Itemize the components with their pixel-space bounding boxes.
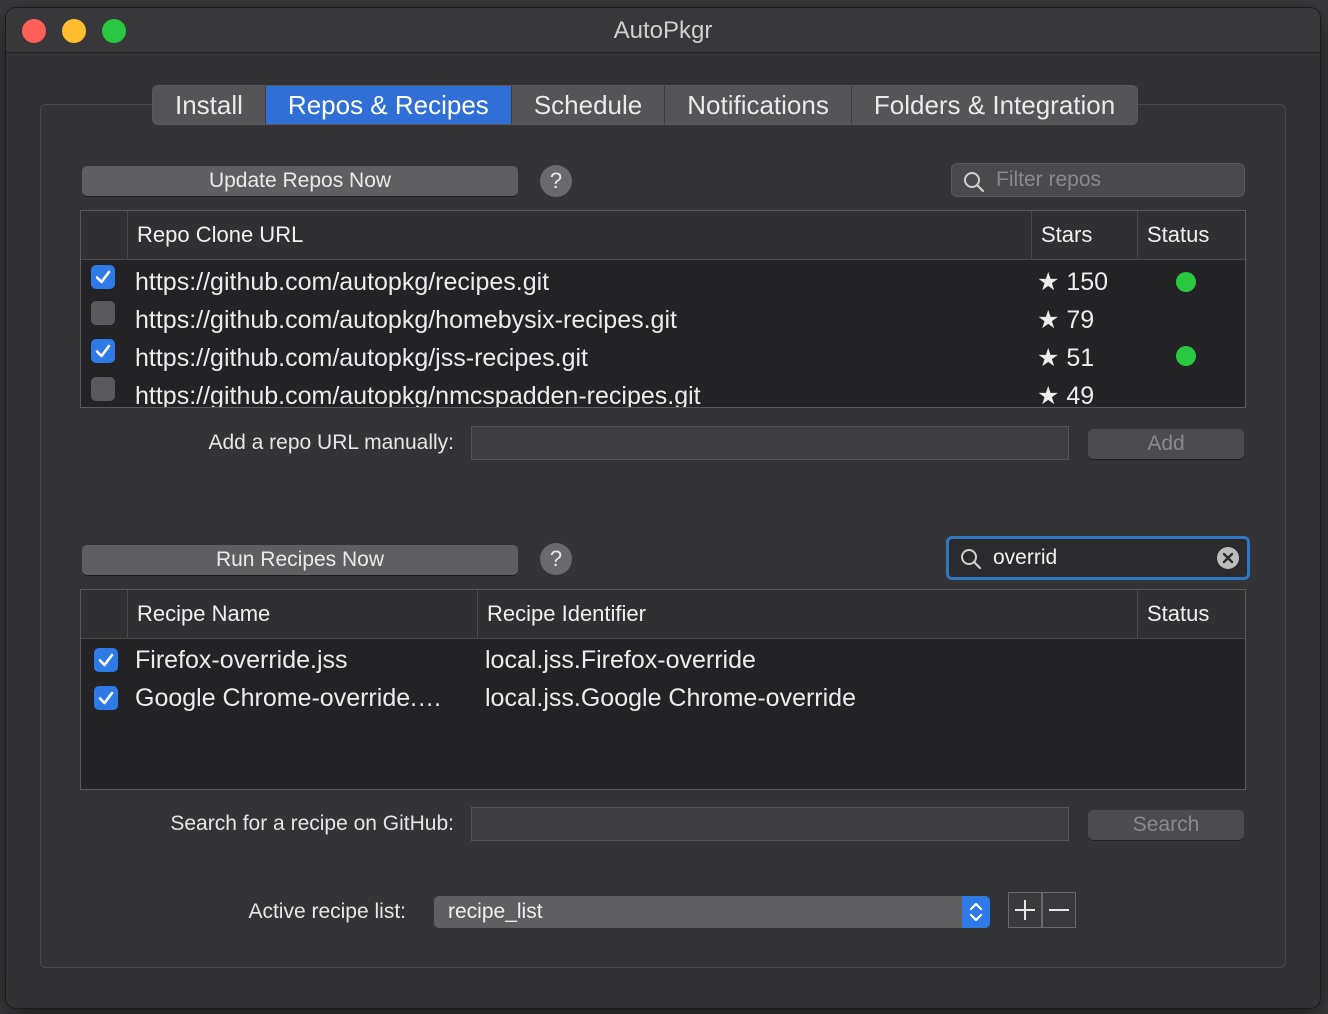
repos-help-button[interactable]: ? bbox=[540, 165, 572, 197]
recipe-search-field[interactable] bbox=[946, 536, 1250, 580]
tab-install[interactable]: Install bbox=[153, 86, 266, 124]
repos-table-header: Repo Clone URL Stars Status bbox=[81, 211, 1245, 260]
table-row[interactable]: https://github.com/autopkg/jss-recipes.g… bbox=[81, 339, 1245, 377]
star-icon: ★ bbox=[1037, 344, 1060, 372]
active-recipe-list-label: Active recipe list: bbox=[248, 900, 406, 923]
filter-repos-field[interactable] bbox=[951, 163, 1245, 197]
recipes-checkbox-column-header[interactable] bbox=[81, 590, 127, 638]
repo-stars: ★ 150 bbox=[1037, 263, 1137, 301]
add-repo-button[interactable]: Add bbox=[1088, 429, 1244, 459]
repo-url: https://github.com/autopkg/recipes.git bbox=[135, 268, 550, 296]
column-header-status[interactable]: Status bbox=[1137, 590, 1245, 638]
table-row[interactable]: Google Chrome-override.… local.jss.Googl… bbox=[81, 679, 1245, 717]
recipes-table: Recipe Name Recipe Identifier Status Fir… bbox=[80, 589, 1246, 790]
repo-stars: ★ 51 bbox=[1037, 339, 1137, 377]
minus-icon bbox=[1043, 909, 1075, 931]
remove-recipe-list-button[interactable] bbox=[1042, 892, 1076, 928]
recipe-name: Firefox-override.jss bbox=[135, 646, 348, 674]
repo-url: https://github.com/autopkg/nmcspadden-re… bbox=[135, 382, 701, 408]
repo-stars: ★ 49 bbox=[1037, 377, 1137, 408]
chevron-up-down-icon bbox=[962, 896, 990, 928]
tab-folders-integration[interactable]: Folders & Integration bbox=[852, 86, 1137, 124]
column-header-recipe-identifier[interactable]: Recipe Identifier bbox=[477, 590, 1137, 638]
recipes-help-button[interactable]: ? bbox=[540, 543, 572, 575]
app-window: AutoPkgr Install Repos & Recipes Schedul… bbox=[6, 8, 1320, 1008]
github-search-button[interactable]: Search bbox=[1088, 810, 1244, 840]
table-row[interactable]: https://github.com/autopkg/recipes.git ★… bbox=[81, 263, 1245, 301]
update-repos-button[interactable]: Update Repos Now bbox=[82, 166, 518, 196]
repo-enabled-checkbox[interactable] bbox=[91, 265, 115, 289]
window-title: AutoPkgr bbox=[613, 17, 713, 44]
repo-url: https://github.com/autopkg/homebysix-rec… bbox=[135, 306, 677, 334]
star-icon: ★ bbox=[1037, 306, 1060, 334]
title-bar: AutoPkgr bbox=[6, 8, 1320, 53]
active-recipe-list-select[interactable]: recipe_list bbox=[434, 896, 990, 928]
column-header-recipe-name[interactable]: Recipe Name bbox=[127, 590, 477, 638]
github-search-input[interactable] bbox=[472, 808, 1068, 840]
recipe-identifier: local.jss.Firefox-override bbox=[485, 646, 756, 674]
repos-checkbox-column-header[interactable] bbox=[81, 211, 127, 259]
tab-schedule[interactable]: Schedule bbox=[512, 86, 666, 124]
repo-stars-count: 150 bbox=[1066, 268, 1109, 296]
status-ok-indicator bbox=[1176, 272, 1196, 292]
status-ok-indicator bbox=[1176, 346, 1196, 366]
repo-enabled-checkbox[interactable] bbox=[91, 377, 115, 401]
repo-stars-count: 51 bbox=[1066, 344, 1095, 372]
recipe-enabled-checkbox[interactable] bbox=[94, 686, 118, 710]
add-repo-input[interactable] bbox=[472, 427, 1068, 459]
search-icon bbox=[963, 171, 985, 198]
plus-icon bbox=[1009, 900, 1041, 931]
recipe-search-input[interactable] bbox=[993, 539, 1203, 577]
recipe-name: Google Chrome-override.… bbox=[135, 684, 443, 712]
recipe-enabled-checkbox[interactable] bbox=[94, 648, 118, 672]
star-icon: ★ bbox=[1037, 268, 1060, 296]
tab-notifications[interactable]: Notifications bbox=[665, 86, 852, 124]
github-search-label: Search for a recipe on GitHub: bbox=[170, 812, 454, 835]
repo-enabled-checkbox[interactable] bbox=[91, 339, 115, 363]
recipe-identifier: local.jss.Google Chrome-override bbox=[485, 684, 856, 712]
repo-stars-count: 79 bbox=[1066, 306, 1095, 334]
tab-repos-recipes[interactable]: Repos & Recipes bbox=[265, 86, 512, 124]
tab-bar: Install Repos & Recipes Schedule Notific… bbox=[152, 85, 1139, 125]
clear-search-icon[interactable] bbox=[1217, 547, 1239, 569]
table-row[interactable]: https://github.com/autopkg/homebysix-rec… bbox=[81, 301, 1245, 339]
star-icon: ★ bbox=[1037, 382, 1060, 408]
run-recipes-button[interactable]: Run Recipes Now bbox=[82, 545, 518, 575]
active-recipe-list-value: recipe_list bbox=[448, 900, 543, 923]
column-header-stars[interactable]: Stars bbox=[1031, 211, 1137, 259]
table-row[interactable]: https://github.com/autopkg/nmcspadden-re… bbox=[81, 377, 1245, 408]
repos-table: Repo Clone URL Stars Status https://gith… bbox=[80, 210, 1246, 408]
repo-stars: ★ 79 bbox=[1037, 301, 1137, 339]
recipes-table-header: Recipe Name Recipe Identifier Status bbox=[81, 590, 1245, 639]
add-recipe-list-button[interactable] bbox=[1008, 892, 1042, 928]
filter-repos-input[interactable] bbox=[996, 164, 1206, 196]
add-repo-label: Add a repo URL manually: bbox=[208, 431, 454, 454]
column-header-repo-url[interactable]: Repo Clone URL bbox=[127, 211, 1031, 259]
repo-stars-count: 49 bbox=[1066, 382, 1095, 408]
add-repo-field[interactable] bbox=[471, 426, 1069, 460]
search-icon bbox=[960, 548, 982, 575]
repo-enabled-checkbox[interactable] bbox=[91, 301, 115, 325]
table-row[interactable]: Firefox-override.jss local.jss.Firefox-o… bbox=[81, 641, 1245, 679]
repo-url: https://github.com/autopkg/jss-recipes.g… bbox=[135, 344, 589, 372]
github-search-field[interactable] bbox=[471, 807, 1069, 841]
column-header-status[interactable]: Status bbox=[1137, 211, 1245, 259]
